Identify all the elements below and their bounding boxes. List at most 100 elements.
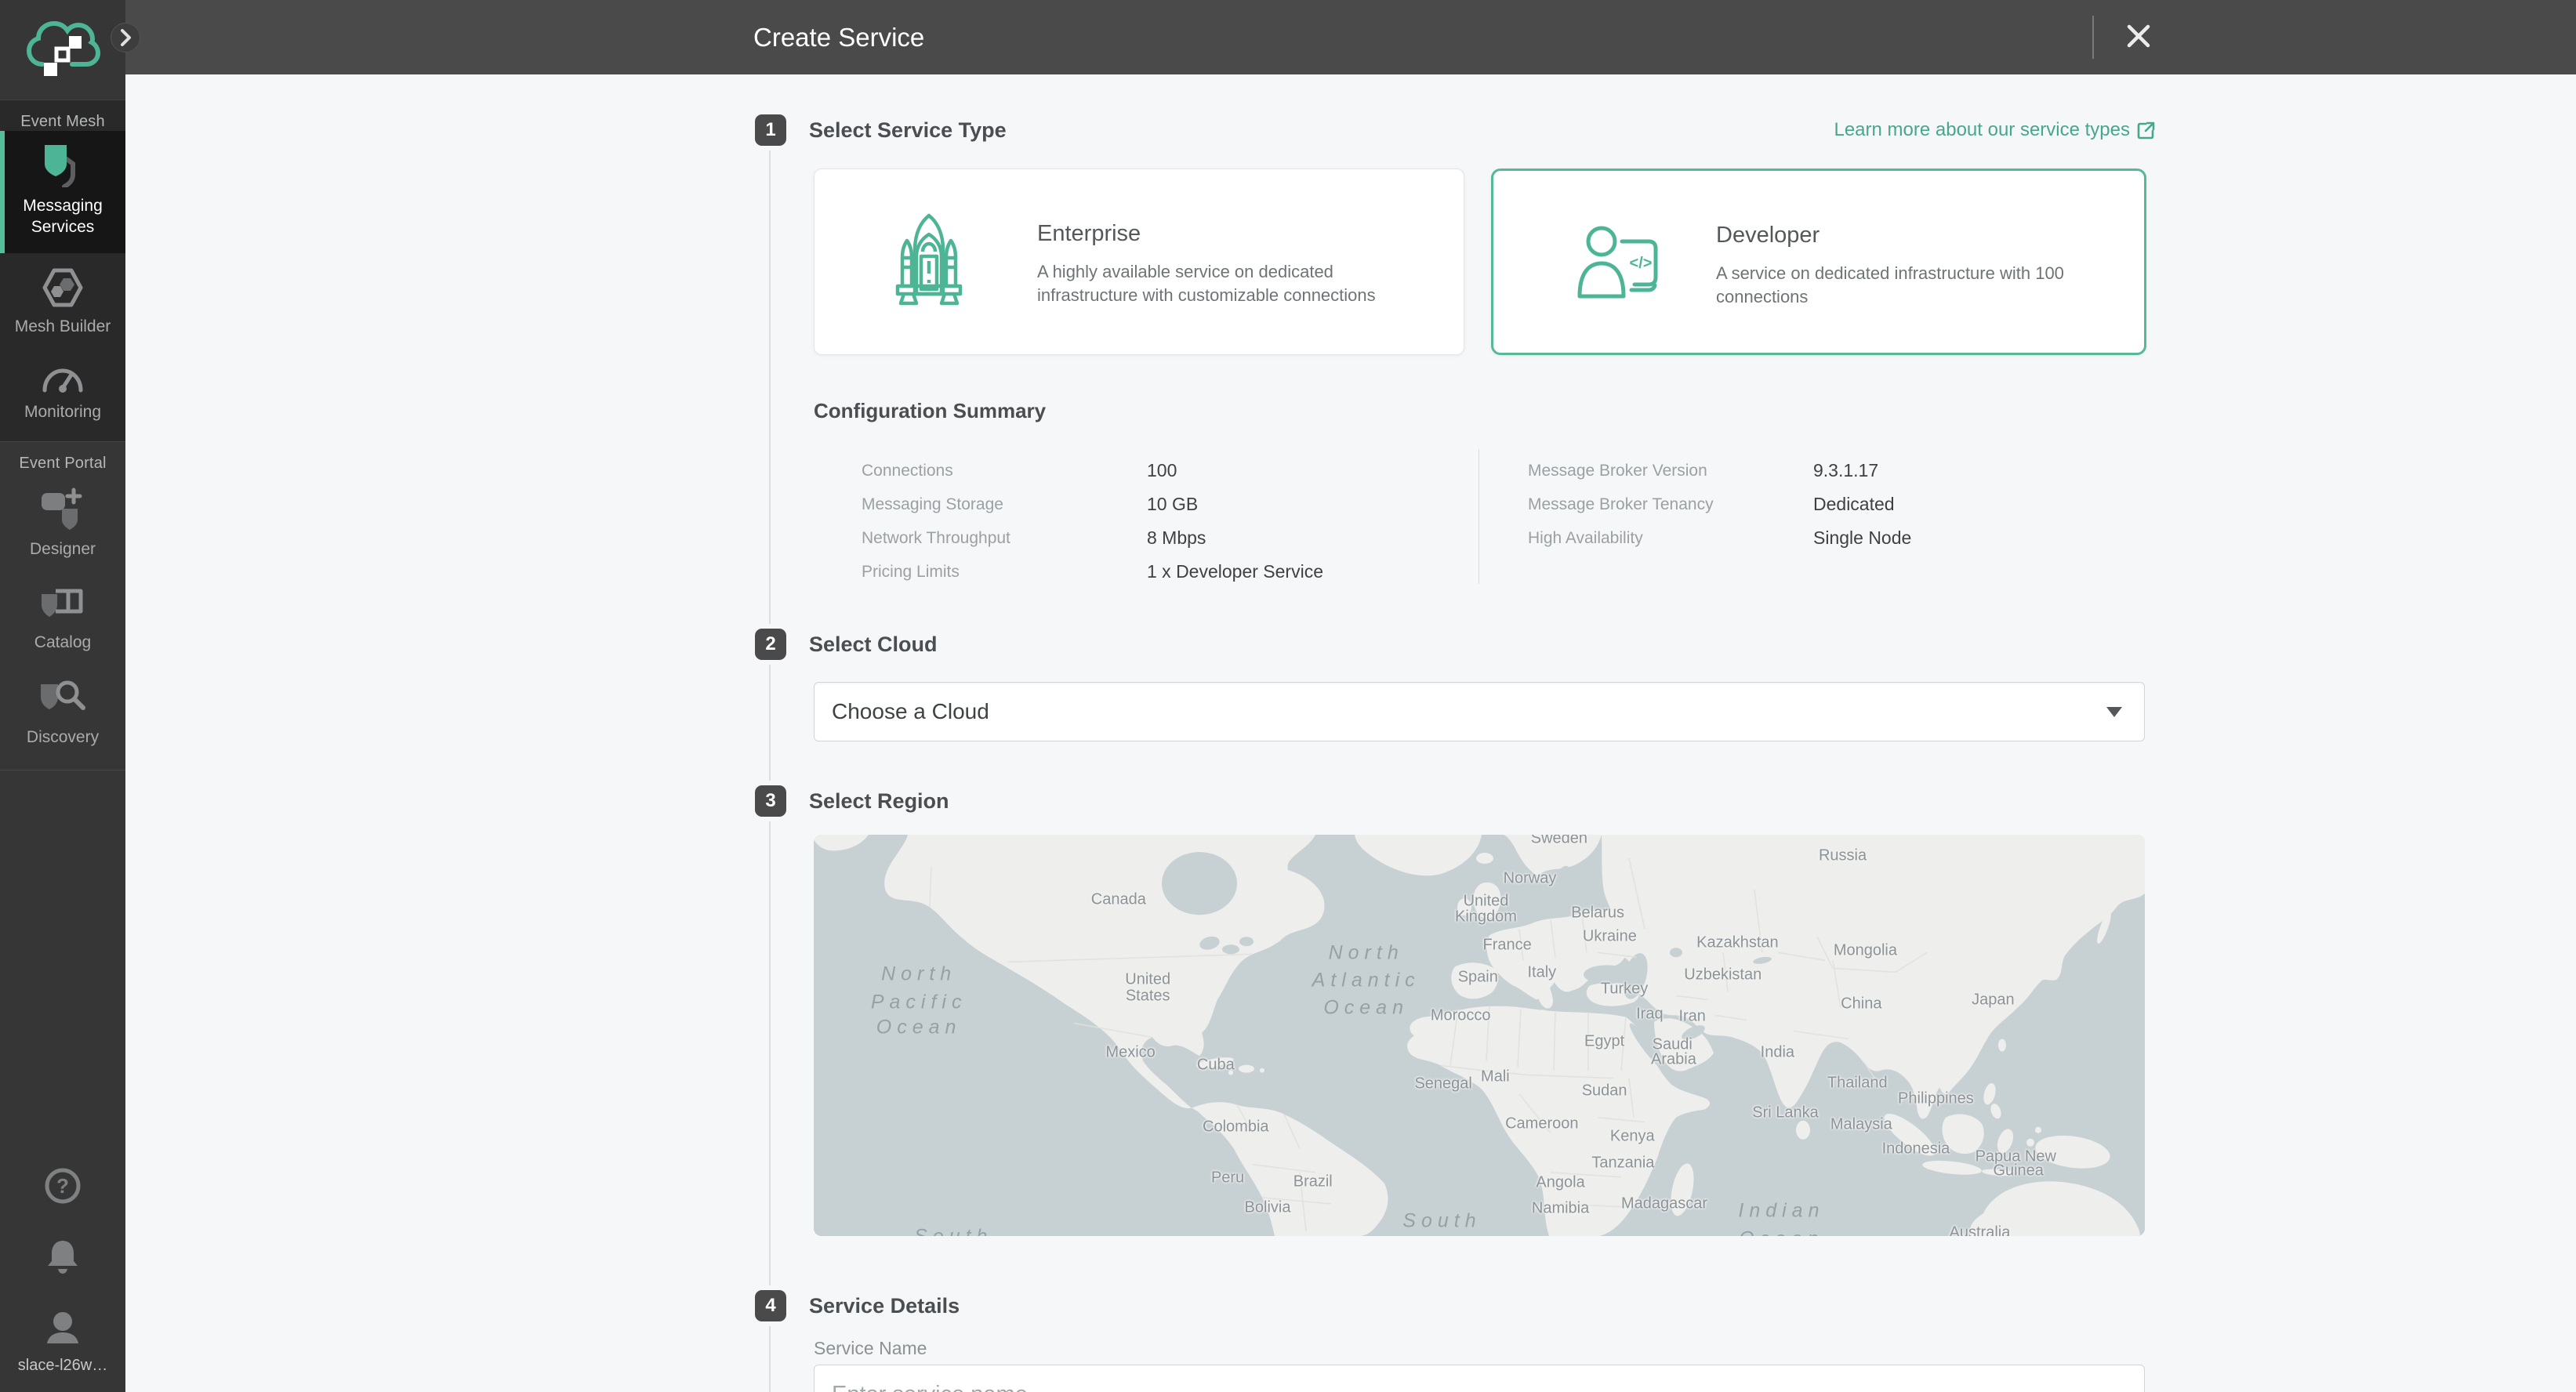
map-label: Pacific [871,991,967,1013]
header-divider [2092,16,2094,59]
summary-value: Single Node [1813,527,1911,549]
sidebar-item-label: Messaging Services [5,195,121,237]
map-label: Colombia [1203,1118,1268,1136]
sidebar-item-catalog[interactable]: Catalog [0,571,125,664]
map-label: Tanzania [1591,1154,1654,1172]
summary-label: High Availability [1528,529,1643,548]
summary-value: 100 [1147,460,1177,481]
map-label: Canada [1091,890,1146,908]
map-label: Thailand [1827,1075,1888,1093]
map-label: Ocean [1323,996,1409,1019]
map-label: Turkey [1601,980,1648,998]
step-connector [769,1326,771,1392]
card-title-enterprise: Enterprise [1037,221,1141,247]
map-label: Indonesia [1882,1140,1950,1158]
discovery-icon [38,678,88,719]
summary-label: Message Broker Tenancy [1528,495,1714,514]
map-label: Malaysia [1830,1115,1892,1133]
section-label-event-portal: Event Portal [0,442,125,473]
map-label: Sweden [1531,835,1587,848]
step3-title: Select Region [809,785,949,817]
map-label: Russia [1819,847,1867,865]
sidebar-item-label: Discovery [5,727,121,748]
map-label: Iran [1678,1008,1705,1026]
cloud-select-value: Choose a Cloud [815,699,2106,724]
help-icon: ? [45,1168,81,1204]
close-button[interactable] [2113,11,2164,63]
map-label: States [1126,987,1170,1005]
map-label: China [1841,995,1881,1013]
service-type-card-developer[interactable]: </> Developer A service on dedicated inf… [1491,169,2146,355]
map-label: Atlantic [1312,970,1420,992]
user-menu-button[interactable] [39,1309,86,1349]
step4-badge: 4 [755,1290,786,1321]
step1-title: Select Service Type [809,114,1007,146]
svg-text:</>: </> [1630,255,1653,272]
learn-more-label: Learn more about our service types [1834,119,2130,141]
map-label: India [1761,1043,1794,1061]
sidebar-item-messaging-services[interactable]: Messaging Services [0,131,125,253]
active-indicator [0,131,5,253]
username-label: slace-l26w… [0,1350,125,1392]
sidebar-item-label: Monitoring [5,401,121,422]
bell-icon [45,1239,80,1275]
summary-value: 1 x Developer Service [1147,561,1323,582]
summary-label: Messaging Storage [862,495,1003,514]
service-name-input[interactable] [814,1365,2145,1392]
step-connector [769,665,771,781]
help-button[interactable]: ? [39,1168,86,1206]
map-label: Japan [1972,991,2015,1010]
map-label: Senegal [1414,1075,1471,1093]
hexagon-mesh-icon [40,267,85,308]
summary-label: Message Broker Version [1528,462,1707,480]
step3-badge: 3 [755,785,786,817]
map-label: Madagascar [1621,1195,1707,1213]
sidebar-footer: ? slace-l26w… [0,1168,125,1392]
map-label: Cameroon [1505,1115,1578,1133]
sidebar-section-event-portal: Event Portal Designer Catalog [0,441,125,770]
create-service-form: 1 Select Service Type Learn more about o… [125,74,2576,1392]
developer-icon: </> [1573,224,1660,299]
create-service-screen: Event Mesh Messaging Services Mesh Build… [0,0,2576,1392]
sidebar-expand-button[interactable] [111,23,140,53]
map-label: Belarus [1571,904,1624,923]
map-label: Peru [1211,1169,1244,1187]
card-description-enterprise: A highly available service on dedicated … [1037,260,1429,307]
step2-title: Select Cloud [809,629,938,660]
summary-label: Pricing Limits [862,563,960,582]
map-label: Sri Lanka [1752,1104,1819,1122]
sidebar-item-monitoring[interactable]: Monitoring [0,348,125,433]
sidebar-item-mesh-builder[interactable]: Mesh Builder [0,253,125,348]
summary-value: 9.3.1.17 [1813,460,1878,481]
gauge-icon [40,362,85,393]
map-label: Arabia [1651,1050,1696,1068]
step-connector [769,150,771,624]
step-connector [769,821,771,1285]
dialog-header: Create Service [125,0,2576,74]
map-label: Ukraine [1583,928,1637,946]
app-logo[interactable] [0,0,125,100]
map-label: Guinea [1993,1162,2044,1180]
map-label: North [881,963,956,986]
page-title: Create Service [753,0,924,74]
step1-badge: 1 [755,114,786,146]
shield-icon [38,143,87,187]
learn-more-link[interactable]: Learn more about our service types [1834,119,2156,141]
chevron-right-icon [119,29,132,46]
map-label: Norway [1504,870,1557,888]
sidebar-item-designer[interactable]: Designer [0,473,125,571]
summary-label: Connections [862,462,953,480]
map-label: Mexico [1105,1043,1155,1061]
map-label: Bolivia [1245,1198,1291,1216]
service-type-card-enterprise[interactable]: Enterprise A highly available service on… [814,169,1464,355]
cloud-select[interactable]: Choose a Cloud [814,682,2145,741]
map-label: Mali [1481,1068,1510,1086]
map-label: France [1483,937,1532,955]
chevron-down-icon [2106,707,2122,717]
sidebar-item-discovery[interactable]: Discovery [0,664,125,759]
notifications-button[interactable] [39,1239,86,1278]
region-map[interactable]: NorthPacificOceanNorthAtlanticOceanIndia… [814,835,2145,1236]
map-label: Egypt [1584,1032,1624,1050]
section-label-event-mesh: Event Mesh [0,100,125,131]
map-label: Cuba [1197,1057,1235,1075]
